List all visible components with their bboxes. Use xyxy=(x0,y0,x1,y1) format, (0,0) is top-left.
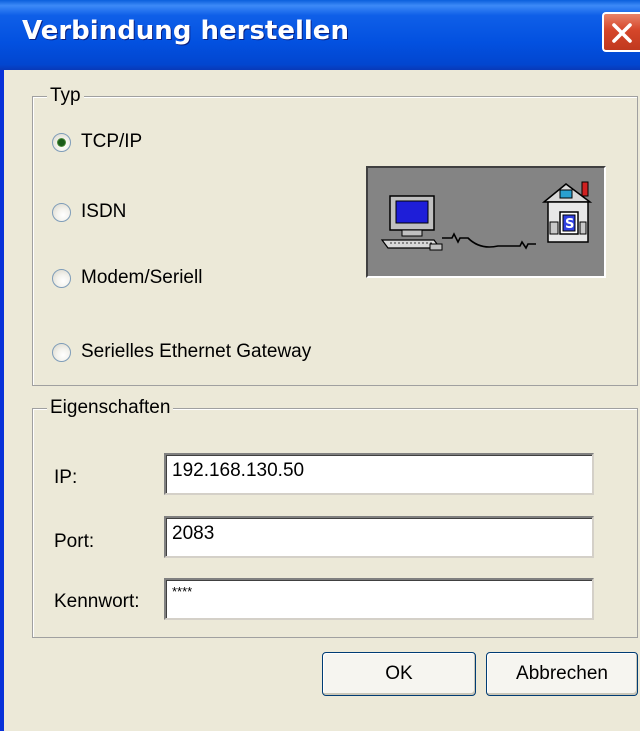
radio-tcpip[interactable]: TCP/IP xyxy=(52,130,142,154)
ip-label: IP: xyxy=(54,467,78,488)
radio-isdn[interactable]: ISDN xyxy=(52,200,126,224)
radio-label: TCP/IP xyxy=(81,131,143,152)
password-input[interactable]: **** xyxy=(164,578,594,620)
window-title: Verbindung herstellen xyxy=(22,16,349,46)
connection-illustration: S xyxy=(366,166,606,278)
radio-button-icon[interactable] xyxy=(52,132,71,152)
typ-legend: Typ xyxy=(47,85,84,107)
radio-serielles-ethernet-gateway[interactable]: Serielles Ethernet Gateway xyxy=(52,340,311,364)
radio-label: Modem/Seriell xyxy=(81,267,203,288)
password-label: Kennwort: xyxy=(54,591,140,612)
title-bar[interactable]: Verbindung herstellen xyxy=(0,0,640,70)
radio-button-icon[interactable] xyxy=(52,268,71,288)
eigenschaften-legend: Eigenschaften xyxy=(47,397,174,419)
dialog-body: Typ TCP/IP ISDN Modem/Seriell Serielles … xyxy=(4,70,640,731)
radio-button-icon[interactable] xyxy=(52,202,71,222)
close-button[interactable] xyxy=(602,12,640,52)
radio-button-icon[interactable] xyxy=(52,342,71,362)
radio-modem-seriell[interactable]: Modem/Seriell xyxy=(52,266,202,290)
cancel-button[interactable]: Abbrechen xyxy=(486,652,638,696)
ok-button[interactable]: OK xyxy=(322,652,476,696)
radio-label: ISDN xyxy=(81,201,127,222)
pc-to-server-connection-icon: S xyxy=(380,181,593,251)
ip-input[interactable]: 192.168.130.50 xyxy=(164,453,594,495)
svg-text:S: S xyxy=(565,217,574,232)
radio-label: Serielles Ethernet Gateway xyxy=(81,341,312,362)
port-label: Port: xyxy=(54,531,95,552)
close-x-icon xyxy=(612,23,632,43)
port-input[interactable]: 2083 xyxy=(164,516,594,558)
